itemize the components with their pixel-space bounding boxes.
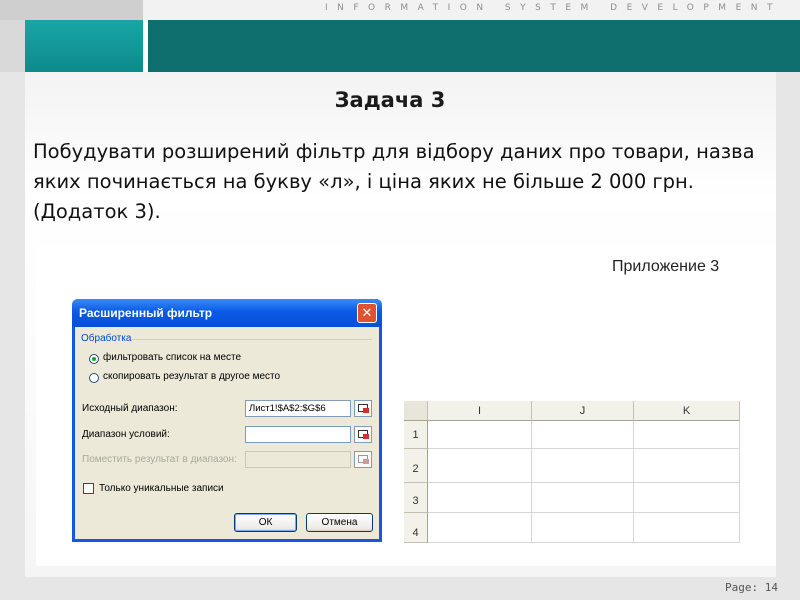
cell-i2[interactable] [428, 449, 532, 483]
criteria-range-label: Диапазон условий: [82, 429, 170, 440]
unique-records-label[interactable]: Только уникальные записи [99, 483, 224, 494]
cell-k3[interactable] [634, 483, 740, 513]
cell-j4[interactable] [532, 513, 634, 543]
dialog-titlebar[interactable]: Расширенный фильтр ✕ [72, 299, 382, 327]
cell-k1[interactable] [634, 421, 740, 449]
page-number: Page: 14 [725, 581, 778, 594]
cell-i1[interactable] [428, 421, 532, 449]
source-range-label: Исходный диапазон: [82, 403, 178, 414]
criteria-range-input[interactable] [245, 426, 351, 443]
criteria-range-picker-icon[interactable] [354, 426, 372, 443]
group-label: Обработка [81, 333, 132, 344]
row-header-2[interactable]: 2 [404, 449, 428, 483]
cell-j3[interactable] [532, 483, 634, 513]
target-range-picker-icon [354, 451, 372, 468]
ok-button[interactable]: ОК [234, 513, 297, 532]
option-filter-in-place-label[interactable]: фильтровать список на месте [103, 352, 241, 363]
unique-records-checkbox[interactable] [83, 483, 94, 494]
dialog-body: Обработка фильтровать список на месте ск… [75, 327, 379, 539]
radio-filter-in-place[interactable] [89, 354, 99, 364]
source-range-input[interactable]: Лист1!$A$2:$G$6 [245, 400, 351, 417]
grid-corner[interactable] [404, 401, 428, 421]
source-range-picker-icon[interactable] [354, 400, 372, 417]
cancel-button[interactable]: Отмена [306, 513, 373, 532]
appendix-label: Приложение 3 [612, 258, 720, 275]
slide-title: Задача 3 [334, 88, 446, 112]
cell-i3[interactable] [428, 483, 532, 513]
cell-i4[interactable] [428, 513, 532, 543]
header-left-margin [0, 20, 25, 72]
header-accent-block [25, 20, 147, 72]
target-range-input [245, 451, 351, 468]
row-header-4[interactable]: 4 [404, 513, 428, 543]
cell-k2[interactable] [634, 449, 740, 483]
header-divider [143, 20, 148, 72]
column-header-k[interactable]: K [634, 401, 740, 421]
row-header-1[interactable]: 1 [404, 421, 428, 449]
column-header-j[interactable]: J [532, 401, 634, 421]
top-strip-dark [0, 0, 143, 20]
option-copy-to-location-label[interactable]: скопировать результат в другое место [103, 371, 280, 382]
row-header-3[interactable]: 3 [404, 483, 428, 513]
spreadsheet-grid: I J K 1 2 3 4 [404, 401, 740, 543]
dialog-title: Расширенный фильтр [79, 306, 213, 320]
group-divider [132, 339, 372, 340]
cell-k4[interactable] [634, 513, 740, 543]
cell-j1[interactable] [532, 421, 634, 449]
target-range-label: Поместить результат в диапазон: [82, 454, 237, 465]
radio-copy-to-location[interactable] [89, 373, 99, 383]
cell-j2[interactable] [532, 449, 634, 483]
column-header-i[interactable]: I [428, 401, 532, 421]
brand-text: INFORMATION SYSTEM DEVELOPMENT [324, 3, 782, 13]
slide-body-text: Побудувати розширений фільтр для відбору… [33, 140, 755, 223]
advanced-filter-dialog: Расширенный фильтр ✕ Обработка фильтрова… [72, 299, 382, 542]
close-icon[interactable]: ✕ [357, 303, 377, 323]
